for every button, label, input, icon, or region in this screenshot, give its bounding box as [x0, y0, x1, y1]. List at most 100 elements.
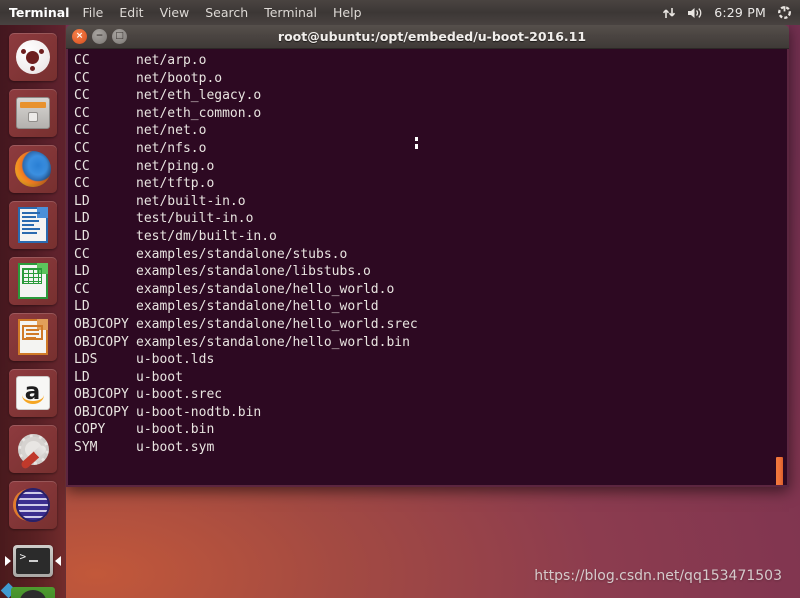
build-file: examples/standalone/hello_world: [136, 299, 379, 315]
terminal-line: LD net/built-in.o: [70, 193, 787, 211]
build-target: CC: [74, 53, 90, 68]
terminal-line: CC net/nfs.o: [70, 140, 787, 158]
build-file: examples/standalone/hello_world.bin: [136, 334, 410, 350]
desktop: Terminal File Edit View Search Terminal …: [0, 0, 800, 598]
build-file: net/bootp.o: [136, 70, 223, 86]
build-file: u-boot.sym: [136, 440, 215, 456]
build-target: CC: [74, 281, 90, 297]
terminal-line: CC net/eth_legacy.o: [70, 87, 787, 105]
calc-spreadsheet-icon: [17, 263, 48, 299]
build-target: LD: [74, 193, 90, 209]
menu-bar: Terminal File Edit View Search Terminal …: [0, 0, 370, 25]
close-button[interactable]: ×: [72, 29, 87, 44]
terminal-icon: [12, 545, 53, 577]
build-target: LD: [74, 369, 90, 385]
menu-item-file[interactable]: File: [74, 0, 111, 25]
build-file: net/built-in.o: [136, 193, 246, 209]
scrollbar-thumb[interactable]: [776, 457, 783, 485]
firefox-icon: [14, 151, 51, 187]
amazon-letter: a: [24, 378, 41, 405]
launcher-item-libreoffice-calc[interactable]: [7, 255, 59, 307]
build-target: CC: [74, 140, 90, 156]
terminal-line: OBJCOPY u-boot-nodtb.bin: [70, 404, 787, 422]
terminal-window[interactable]: × − □ root@ubuntu:/opt/embeded/u-boot-20…: [66, 25, 789, 487]
build-target: CC: [74, 158, 90, 174]
build-file: examples/standalone/hello_world.o: [136, 281, 395, 297]
terminal-line: CC net/ping.o: [70, 158, 787, 176]
clock[interactable]: 6:29 PM: [714, 5, 766, 20]
terminal-line: CC net/eth_common.o: [70, 105, 787, 123]
menu-item-help[interactable]: Help: [325, 0, 370, 25]
build-target: LD: [74, 299, 90, 315]
terminal-line: LDS u-boot.lds: [70, 351, 787, 369]
build-file: u-boot.bin: [136, 422, 215, 438]
launcher-item-trash[interactable]: [0, 579, 59, 598]
build-target: CC: [74, 176, 90, 192]
build-target: LD: [74, 211, 90, 227]
build-file: net/net.o: [136, 123, 207, 139]
gear-power-icon[interactable]: [777, 5, 792, 20]
build-target: OBJCOPY: [74, 334, 129, 350]
launcher-item-system-settings[interactable]: [7, 423, 59, 475]
menu-item-edit[interactable]: Edit: [111, 0, 151, 25]
build-target: OBJCOPY: [74, 404, 129, 420]
terminal-line: CC net/tftp.o: [70, 175, 787, 193]
window-titlebar[interactable]: × − □ root@ubuntu:/opt/embeded/u-boot-20…: [66, 25, 789, 49]
launcher-item-amazon[interactable]: a: [7, 367, 59, 419]
launcher-item-libreoffice-writer[interactable]: [7, 199, 59, 251]
menu-item-terminal[interactable]: Terminal: [256, 0, 325, 25]
build-file: examples/standalone/libstubs.o: [136, 264, 371, 280]
terminal-scrollbar[interactable]: [776, 49, 786, 485]
window-controls: × − □: [72, 29, 127, 44]
file-cabinet-icon: [15, 97, 50, 129]
build-target: CC: [74, 246, 90, 262]
launcher-item-ubuntu-dash[interactable]: [7, 31, 59, 83]
launcher-item-firefox[interactable]: [7, 143, 59, 195]
launcher-item-files[interactable]: [7, 87, 59, 139]
maximize-button[interactable]: □: [112, 29, 127, 44]
terminal-line: CC net/net.o: [70, 122, 787, 140]
striped-globe-icon: [15, 488, 50, 522]
trash-icon: [10, 587, 55, 598]
launcher-item-libreoffice-impress[interactable]: [7, 311, 59, 363]
build-file: net/eth_legacy.o: [136, 88, 262, 104]
terminal-line: CC examples/standalone/hello_world.o: [70, 281, 787, 299]
gear-wrench-icon: [16, 432, 50, 470]
menu-item-view[interactable]: View: [152, 0, 198, 25]
menu-item-search[interactable]: Search: [197, 0, 256, 25]
build-target: LD: [74, 264, 90, 280]
build-file: net/eth_common.o: [136, 105, 262, 121]
terminal-line: LD test/dm/built-in.o: [70, 228, 787, 246]
terminal-line: CC net/arp.o: [70, 52, 787, 70]
unity-launcher: a: [0, 25, 66, 598]
network-up-down-icon[interactable]: [662, 6, 676, 20]
minimize-button[interactable]: −: [92, 29, 107, 44]
terminal-line: CC examples/standalone/stubs.o: [70, 246, 787, 264]
build-file: net/nfs.o: [136, 140, 207, 156]
terminal-output: CC net/arp.o CC net/bootp.o CC net/eth_legacy…: [70, 52, 787, 457]
volume-icon[interactable]: [687, 6, 703, 20]
ubuntu-logo-icon: [15, 40, 50, 74]
watermark: https://blog.csdn.net/qq153471503: [534, 568, 782, 584]
focused-indicator-right-icon: [54, 556, 61, 566]
terminal-line: OBJCOPY examples/standalone/hello_world.b…: [70, 334, 787, 352]
menu-app-name[interactable]: Terminal: [5, 0, 74, 25]
terminal-line: LD u-boot: [70, 369, 787, 387]
build-file: net/arp.o: [136, 53, 207, 68]
mouse-ibeam-cursor-icon: [415, 137, 418, 149]
build-target: LDS: [74, 352, 98, 368]
terminal-line: SYM u-boot.sym: [70, 439, 787, 457]
terminal-line: LD examples/standalone/hello_world: [70, 298, 787, 316]
build-target: OBJCOPY: [74, 387, 129, 403]
build-file: examples/standalone/hello_world.srec: [136, 316, 418, 332]
amazon-icon: a: [15, 376, 50, 410]
build-target: CC: [74, 105, 90, 121]
build-file: u-boot.lds: [136, 352, 215, 368]
launcher-item-software-updater[interactable]: [7, 479, 59, 531]
build-target: CC: [74, 123, 90, 139]
impress-presentation-icon: [17, 319, 48, 355]
writer-document-icon: [17, 207, 48, 243]
build-target: LD: [74, 228, 90, 244]
terminal-body[interactable]: CC net/arp.o CC net/bootp.o CC net/eth_legacy…: [66, 49, 789, 487]
build-file: net/tftp.o: [136, 176, 215, 192]
